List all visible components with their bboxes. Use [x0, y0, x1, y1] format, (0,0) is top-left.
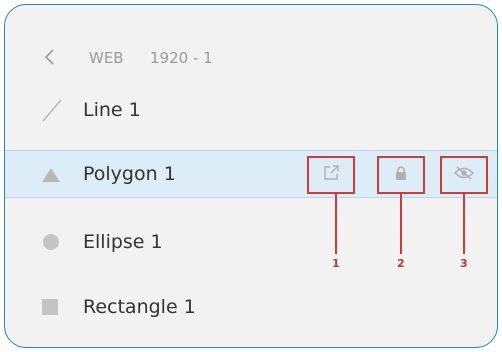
callout-number: 3: [460, 257, 468, 270]
callout-line: [400, 194, 402, 254]
callout-line: [335, 194, 337, 254]
open-external-button[interactable]: [307, 156, 355, 194]
callout-line: [463, 194, 465, 254]
lock-icon: [394, 165, 408, 185]
lock-button[interactable]: [377, 156, 425, 194]
layers-panel: WEB 1920 - 1 Line 1 Polygon 1 Ellipse 1: [4, 4, 498, 348]
layer-label: Line 1: [83, 99, 141, 121]
triangle-icon: [41, 167, 61, 187]
square-icon: [41, 298, 59, 320]
eye-hidden-icon: [453, 165, 475, 185]
chevron-left-icon[interactable]: [43, 45, 57, 69]
layer-label: Polygon 1: [83, 163, 176, 185]
layer-row-line[interactable]: Line 1: [5, 87, 497, 135]
layer-row-rectangle[interactable]: Rectangle 1: [5, 284, 497, 332]
breadcrumb-section[interactable]: WEB: [89, 49, 124, 67]
callout-number: 1: [332, 257, 340, 270]
open-external-icon: [322, 164, 340, 186]
circle-icon: [41, 232, 61, 256]
callout-number: 2: [397, 257, 405, 270]
layer-label: Rectangle 1: [83, 296, 196, 318]
layer-label: Ellipse 1: [83, 231, 163, 253]
layer-row-ellipse[interactable]: Ellipse 1: [5, 219, 497, 267]
breadcrumb-frame[interactable]: 1920 - 1: [150, 49, 213, 67]
line-icon: [41, 97, 63, 127]
hide-toggle-button[interactable]: [440, 156, 488, 194]
